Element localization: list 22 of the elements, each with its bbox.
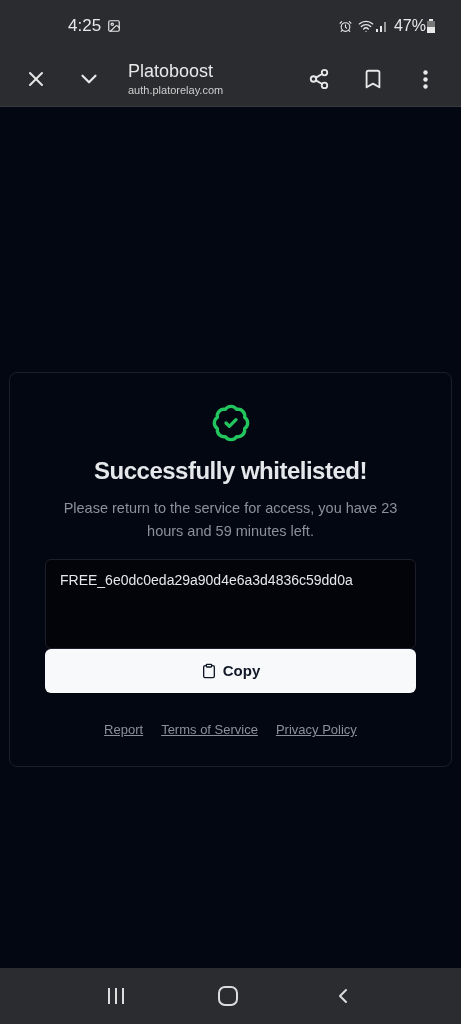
image-icon	[107, 19, 122, 33]
alarm-icon	[338, 19, 352, 33]
recent-apps-icon[interactable]	[106, 988, 125, 1004]
page-url: auth.platorelay.com	[128, 82, 224, 98]
key-field[interactable]: FREE_6e0dc0eda29a90d4e6a3d4836c59dd0a	[45, 559, 416, 649]
battery-icon	[427, 19, 435, 33]
footer-link[interactable]: Terms of Service	[161, 720, 258, 740]
success-title: Successfully whitelisted!	[94, 456, 367, 486]
wifi-icon	[357, 18, 374, 34]
verified-badge-icon	[210, 403, 251, 443]
signal-icon	[375, 20, 388, 32]
footer-link[interactable]: Report	[104, 720, 144, 740]
clipboard-icon	[200, 663, 217, 679]
success-message: Please return to the service for access, you have 23 hours and 59 minutes left.	[62, 499, 399, 541]
footer-link[interactable]: Privacy Policy	[275, 720, 357, 740]
more-icon	[422, 69, 428, 89]
copy-button[interactable]: Copy	[45, 649, 416, 693]
home-icon[interactable]	[217, 986, 238, 1006]
page-title: Platoboost	[128, 59, 215, 82]
battery-percent: 47%	[393, 16, 426, 36]
share-icon	[308, 68, 330, 90]
status-time: 4:25	[68, 15, 102, 38]
